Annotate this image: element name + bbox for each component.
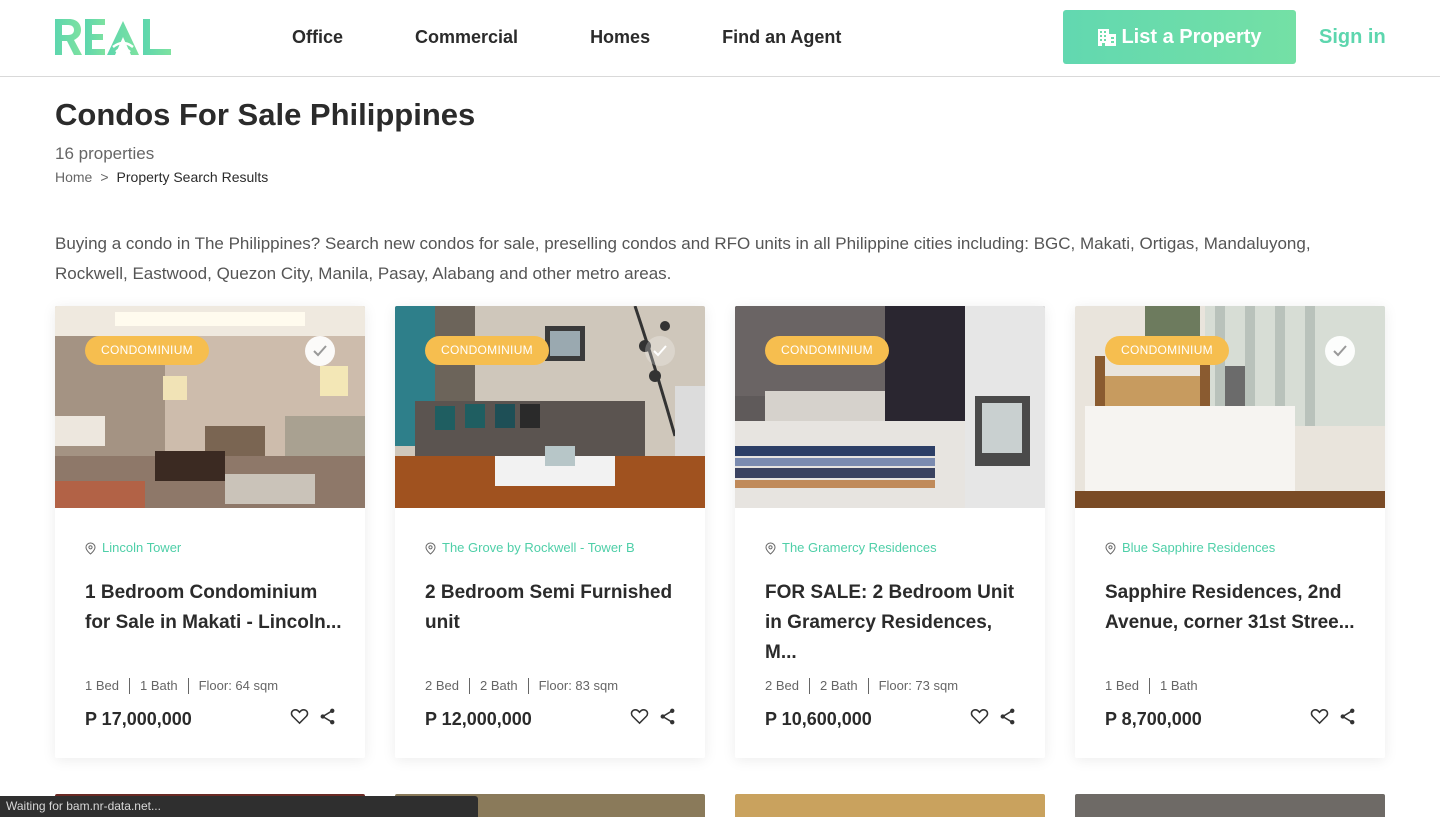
floor-area: Floor: 83 sqm <box>527 678 628 694</box>
breadcrumb-separator: > <box>100 169 109 185</box>
breadcrumb: Home > Property Search Results <box>55 169 268 185</box>
floor-area: Floor: 73 sqm <box>867 678 968 694</box>
bath-count: 1 Bath <box>128 678 188 694</box>
heart-icon[interactable] <box>1310 707 1329 726</box>
property-count: 16 properties <box>55 144 155 163</box>
bath-count: 2 Bath <box>468 678 528 694</box>
check-icon <box>313 345 327 357</box>
property-card[interactable]: CONDOMINIUM Blue Sapphire Residences Sap… <box>1075 306 1385 758</box>
property-photo[interactable]: CONDOMINIUM <box>395 306 705 508</box>
verified-check <box>305 336 335 366</box>
property-card[interactable]: CONDOMINIUM The Grove by Rockwell - Towe… <box>395 306 705 758</box>
sign-in-link[interactable]: Sign in <box>1319 26 1386 48</box>
property-photo[interactable]: CONDOMINIUM <box>735 306 1045 508</box>
property-card[interactable]: CONDOMINIUM The Gramercy Residences FOR … <box>735 306 1045 758</box>
location-pin-icon <box>1105 541 1116 555</box>
property-type-badge: CONDOMINIUM <box>765 336 889 365</box>
share-icon[interactable] <box>998 707 1017 726</box>
card-actions <box>290 707 337 726</box>
card-actions <box>1310 707 1357 726</box>
location-label: The Gramercy Residences <box>782 540 937 555</box>
list-property-button[interactable]: List a Property <box>1063 10 1296 64</box>
verified-check <box>645 336 675 366</box>
card-actions <box>630 707 677 726</box>
main-nav: Office Commercial Homes Find an Agent <box>292 26 913 48</box>
browser-status-bar: Waiting for bam.nr-data.net... <box>0 796 478 817</box>
bed-count: 1 Bed <box>85 678 119 693</box>
check-icon <box>1333 345 1347 357</box>
property-card-peek[interactable] <box>735 794 1045 817</box>
share-icon[interactable] <box>318 707 337 726</box>
property-location[interactable]: Blue Sapphire Residences <box>1105 540 1275 556</box>
nav-office[interactable]: Office <box>292 26 343 48</box>
nav-commercial[interactable]: Commercial <box>415 26 518 48</box>
property-location[interactable]: The Grove by Rockwell - Tower B <box>425 540 635 556</box>
check-icon <box>653 345 667 357</box>
property-type-badge: CONDOMINIUM <box>1105 336 1229 365</box>
bed-count: 2 Bed <box>425 678 459 693</box>
bed-count: 2 Bed <box>765 678 799 693</box>
site-header: Office Commercial Homes Find an Agent Li… <box>0 0 1440 77</box>
property-title[interactable]: FOR SALE: 2 Bedroom Unit in Gramercy Res… <box>765 578 1025 668</box>
property-price: P 10,600,000 <box>765 709 872 729</box>
breadcrumb-home[interactable]: Home <box>55 169 92 185</box>
card-actions <box>970 707 1017 726</box>
property-location[interactable]: Lincoln Tower <box>85 540 181 556</box>
location-pin-icon <box>85 541 96 555</box>
property-price: P 8,700,000 <box>1105 709 1202 729</box>
location-label: The Grove by Rockwell - Tower B <box>442 540 635 555</box>
property-specs: 2 Bed 2 Bath Floor: 83 sqm <box>425 678 628 694</box>
verified-check <box>1325 336 1355 366</box>
location-label: Blue Sapphire Residences <box>1122 540 1276 555</box>
page-title: Condos For Sale Philippines <box>55 97 476 132</box>
bed-count: 1 Bed <box>1105 678 1139 693</box>
location-label: Lincoln Tower <box>102 540 182 555</box>
breadcrumb-current: Property Search Results <box>116 169 269 185</box>
nav-homes[interactable]: Homes <box>590 26 650 48</box>
real-logo[interactable] <box>55 17 171 57</box>
property-title[interactable]: 1 Bedroom Condominium for Sale in Makati… <box>85 578 345 638</box>
heart-icon[interactable] <box>970 707 989 726</box>
location-pin-icon <box>425 541 436 555</box>
property-specs: 1 Bed 1 Bath Floor: 64 sqm <box>85 678 288 694</box>
nav-find-agent[interactable]: Find an Agent <box>722 26 841 48</box>
property-location[interactable]: The Gramercy Residences <box>765 540 937 556</box>
floor-area: Floor: 64 sqm <box>187 678 288 694</box>
heart-icon[interactable] <box>630 707 649 726</box>
property-card-peek[interactable] <box>1075 794 1385 817</box>
share-icon[interactable] <box>1338 707 1357 726</box>
intro-text: Buying a condo in The Philippines? Searc… <box>55 234 1311 283</box>
property-specs: 1 Bed 1 Bath <box>1105 678 1208 694</box>
property-photo[interactable]: CONDOMINIUM <box>55 306 365 508</box>
property-specs: 2 Bed 2 Bath Floor: 73 sqm <box>765 678 968 694</box>
property-type-badge: CONDOMINIUM <box>425 336 549 365</box>
location-pin-icon <box>765 541 776 555</box>
bath-count: 2 Bath <box>808 678 868 694</box>
list-property-label: List a Property <box>1121 25 1262 48</box>
property-title[interactable]: 2 Bedroom Semi Furnished unit <box>425 578 685 638</box>
building-icon <box>1098 29 1117 46</box>
property-card[interactable]: CONDOMINIUM Lincoln Tower 1 Bedroom Cond… <box>55 306 365 758</box>
property-price: P 12,000,000 <box>425 709 532 729</box>
heart-icon[interactable] <box>290 707 309 726</box>
property-photo[interactable]: CONDOMINIUM <box>1075 306 1385 508</box>
property-price: P 17,000,000 <box>85 709 192 729</box>
share-icon[interactable] <box>658 707 677 726</box>
bath-count: 1 Bath <box>1148 678 1208 694</box>
property-title[interactable]: Sapphire Residences, 2nd Avenue, corner … <box>1105 578 1365 638</box>
property-type-badge: CONDOMINIUM <box>85 336 209 365</box>
